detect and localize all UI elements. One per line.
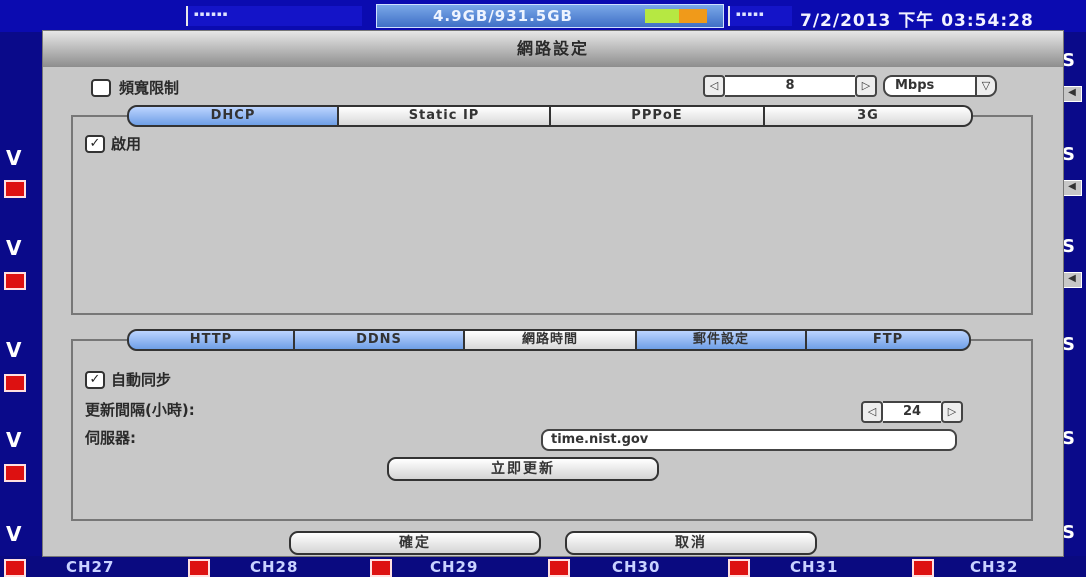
- tab-email-settings[interactable]: 郵件設定: [637, 329, 807, 351]
- right-arrow-icon[interactable]: ▷: [855, 75, 877, 97]
- channel-label[interactable]: CH30: [612, 558, 660, 576]
- server-label: 伺服器:: [85, 429, 136, 447]
- camera-icon: V: [6, 338, 22, 362]
- tab-pppoe[interactable]: PPPoE: [551, 105, 765, 127]
- tab-ddns[interactable]: DDNS: [295, 329, 465, 351]
- tab-dhcp[interactable]: DHCP: [127, 105, 339, 127]
- camera-icon: V: [6, 146, 22, 170]
- tab-3g[interactable]: 3G: [765, 105, 973, 127]
- service-tabs: HTTP DDNS 網路時間 郵件設定 FTP: [127, 329, 971, 351]
- camera-icon: V: [6, 522, 22, 546]
- left-arrow-icon[interactable]: ◁: [703, 75, 725, 97]
- record-icon: [548, 559, 570, 577]
- auto-sync-label: 自動同步: [111, 371, 172, 389]
- hdd-usage-text: 4.9GB/931.5GB: [433, 7, 573, 25]
- status-slot: ▪▪▪▪▪: [728, 6, 792, 26]
- status-bar: ▪▪▪▪▪▪ 4.9GB/931.5GB ▪▪▪▪▪ 7/2/2013 下午 0…: [0, 0, 1086, 32]
- update-interval-value[interactable]: 24: [883, 401, 941, 423]
- bandwidth-limit-label: 頻寬限制: [119, 79, 180, 97]
- speaker-icon: ◀: [1062, 272, 1082, 288]
- record-icon: [4, 374, 26, 392]
- tab-http[interactable]: HTTP: [127, 329, 295, 351]
- channel-label[interactable]: CH27: [66, 558, 114, 576]
- auto-sync-checkbox[interactable]: ✓: [85, 371, 105, 389]
- chevron-down-icon[interactable]: ▽: [975, 75, 997, 97]
- channel-label[interactable]: CH31: [790, 558, 838, 576]
- record-icon: [912, 559, 934, 577]
- hdd-usage-bar: [645, 9, 707, 23]
- bandwidth-control: ◁ 8 ▷ Mbps ▽: [703, 75, 997, 97]
- camera-icon: V: [6, 428, 22, 452]
- network-settings-dialog: 網路設定 頻寬限制 ◁ 8 ▷ Mbps ▽ ✓ 啟用 DHCP Static …: [42, 30, 1064, 557]
- record-icon: [188, 559, 210, 577]
- server-field[interactable]: time.nist.gov: [541, 429, 957, 451]
- record-icon: [4, 272, 26, 290]
- tab-static-ip[interactable]: Static IP: [339, 105, 551, 127]
- tab-ftp[interactable]: FTP: [807, 329, 971, 351]
- ok-button[interactable]: 確定: [289, 531, 541, 555]
- left-arrow-icon[interactable]: ◁: [861, 401, 883, 423]
- tab-network-time[interactable]: 網路時間: [465, 329, 637, 351]
- bandwidth-unit-select[interactable]: Mbps: [883, 75, 983, 97]
- channel-label[interactable]: CH29: [430, 558, 478, 576]
- connection-tabs: DHCP Static IP PPPoE 3G: [127, 105, 973, 127]
- record-icon: [4, 464, 26, 482]
- channel-label[interactable]: CH28: [250, 558, 298, 576]
- record-icon: [4, 180, 26, 198]
- speaker-icon: ◀: [1062, 86, 1082, 102]
- bandwidth-value[interactable]: 8: [725, 75, 855, 97]
- bandwidth-limit-checkbox[interactable]: [91, 79, 111, 97]
- status-slot: ▪▪▪▪▪▪: [186, 6, 362, 26]
- right-arrow-icon[interactable]: ▷: [941, 401, 963, 423]
- update-now-button[interactable]: 立即更新: [387, 457, 659, 481]
- record-icon: [4, 559, 26, 577]
- enable-checkbox[interactable]: ✓: [85, 135, 105, 153]
- dialog-title: 網路設定: [43, 31, 1063, 67]
- hdd-usage: 4.9GB/931.5GB: [376, 4, 724, 28]
- camera-icon: V: [6, 236, 22, 260]
- cancel-button[interactable]: 取消: [565, 531, 817, 555]
- record-icon: [370, 559, 392, 577]
- channel-label[interactable]: CH32: [970, 558, 1018, 576]
- clock: 7/2/2013 下午 03:54:28: [800, 11, 1034, 31]
- service-panel: ✓ 自動同步 更新間隔(小時): ◁ 24 ▷ 伺服器: time.nist.g…: [71, 339, 1033, 521]
- record-icon: [728, 559, 750, 577]
- update-interval-label: 更新間隔(小時):: [85, 401, 195, 419]
- speaker-icon: ◀: [1062, 180, 1082, 196]
- connection-panel: ✓ 啟用: [71, 115, 1033, 315]
- enable-label: 啟用: [111, 135, 142, 153]
